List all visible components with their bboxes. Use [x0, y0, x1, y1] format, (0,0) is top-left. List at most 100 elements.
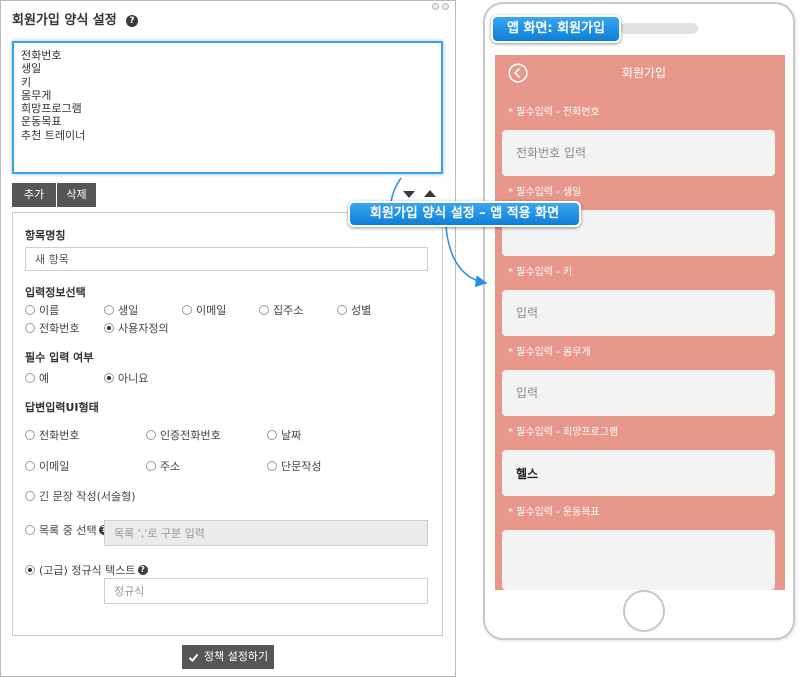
- radio-answer-date[interactable]: 날짜: [267, 428, 301, 442]
- field-label: * 필수입력 - 몸무게: [508, 347, 591, 358]
- radio-answer-short-text[interactable]: 단문작성: [267, 459, 321, 473]
- radio-input-info-birthday[interactable]: 생일: [104, 303, 138, 317]
- radio-button[interactable]: [182, 305, 192, 315]
- apply-policy-button[interactable]: 정책 설정하기: [182, 645, 274, 669]
- answer-ui-label: 답변입력UI형태: [25, 401, 99, 414]
- field-label: * 필수입력 - 희망프로그램: [508, 427, 619, 438]
- radio-label: 예: [39, 372, 50, 385]
- field-label: * 필수입력 - 생일: [508, 187, 582, 198]
- regex-input[interactable]: [104, 578, 428, 604]
- window-controls: [432, 3, 449, 10]
- radio-button[interactable]: [25, 565, 35, 575]
- radio-button[interactable]: [259, 305, 269, 315]
- radio-answer-list-select[interactable]: 목록 중 선택: [25, 523, 109, 537]
- radio-input-info-name[interactable]: 이름: [25, 303, 59, 317]
- radio-answer-phone[interactable]: 전화번호: [25, 428, 79, 442]
- radio-label: 이메일: [39, 460, 70, 473]
- radio-label: 날짜: [281, 429, 302, 442]
- field-label: * 필수입력 - 키: [508, 267, 573, 278]
- window-control-icon[interactable]: [442, 3, 449, 10]
- radio-required-no[interactable]: 아니요: [104, 371, 148, 385]
- radio-button[interactable]: [25, 373, 35, 383]
- radio-answer-verified-phone[interactable]: 인증전화번호: [146, 428, 221, 442]
- panel-title: 회원가입 양식 설정: [12, 13, 117, 28]
- radio-answer-address[interactable]: 주소: [146, 459, 180, 473]
- radio-input-info-custom[interactable]: 사용자정의: [104, 321, 169, 335]
- window-control-icon[interactable]: [432, 3, 439, 10]
- triangle-up-icon[interactable]: [424, 190, 436, 197]
- list-options-input[interactable]: [104, 520, 428, 546]
- radio-button[interactable]: [25, 525, 35, 535]
- app-header-title: 회원가입: [621, 66, 667, 80]
- radio-answer-long-text[interactable]: 긴 문장 작성(서술형): [25, 489, 136, 503]
- radio-answer-email[interactable]: 이메일: [25, 459, 69, 473]
- radio-label: 전화번호: [39, 429, 80, 442]
- radio-button[interactable]: [104, 323, 114, 333]
- radio-button[interactable]: [267, 461, 277, 471]
- radio-button[interactable]: [104, 305, 114, 315]
- radio-label: (고급) 정규식 텍스트: [39, 564, 136, 577]
- item-name-label: 항목명칭: [25, 229, 66, 242]
- radio-label: 이름: [39, 304, 60, 317]
- radio-label: 집주소: [273, 304, 304, 317]
- radio-label: 성별: [351, 304, 372, 317]
- radio-button[interactable]: [104, 373, 114, 383]
- phone-home-button[interactable]: [623, 590, 665, 632]
- radio-input-info-email[interactable]: 이메일: [182, 303, 226, 317]
- radio-required-yes[interactable]: 예: [25, 371, 49, 385]
- radio-label: 이메일: [196, 304, 227, 317]
- app-signup-screen: 회원가입 * 필수입력 - 전화번호 * 필수입력 - 생일 * 필수입력 - …: [495, 55, 785, 590]
- height-input[interactable]: [502, 290, 775, 336]
- radio-button[interactable]: [337, 305, 347, 315]
- phone-speaker: [620, 23, 698, 34]
- goal-input[interactable]: [502, 530, 775, 590]
- item-detail-box: 항목명칭 입력정보선택 이름 생일 이메일 집주소 성별 전화번호: [12, 212, 443, 636]
- app-field-program: * 필수입력 - 희망프로그램: [502, 423, 775, 496]
- field-label: * 필수입력 - 운동목표: [508, 507, 600, 518]
- radio-button[interactable]: [25, 461, 35, 471]
- delete-item-button[interactable]: 삭제: [57, 183, 96, 207]
- radio-label: 전화번호: [39, 322, 80, 335]
- radio-label: 아니요: [118, 372, 149, 385]
- radio-label: 생일: [118, 304, 139, 317]
- radio-button[interactable]: [25, 305, 35, 315]
- callout-label: 회원가입 양식 설정 – 앱 적용 화면: [348, 201, 581, 227]
- radio-button[interactable]: [25, 430, 35, 440]
- radio-label: 목록 중 선택: [39, 524, 97, 537]
- app-screen-badge: 앱 화면: 회원가입: [491, 15, 621, 43]
- program-input[interactable]: [502, 450, 775, 496]
- app-field-height: * 필수입력 - 키: [502, 263, 775, 336]
- apply-policy-label: 정책 설정하기: [203, 650, 269, 663]
- radio-answer-regex[interactable]: (고급) 정규식 텍스트: [25, 563, 148, 577]
- radio-input-info-address[interactable]: 집주소: [259, 303, 303, 317]
- radio-input-info-gender[interactable]: 성별: [337, 303, 371, 317]
- question-circle-icon[interactable]: [126, 15, 138, 27]
- input-info-label: 입력정보선택: [25, 286, 86, 299]
- radio-button[interactable]: [146, 430, 156, 440]
- form-items-textarea[interactable]: 전화번호 생일 키 몸무게 희망프로그램 운동목표 추천 트레이너: [12, 41, 443, 174]
- app-field-list: * 필수입력 - 전화번호 * 필수입력 - 생일 * 필수입력 - 키 * 필…: [502, 103, 775, 590]
- radio-button[interactable]: [25, 491, 35, 501]
- radio-input-info-phone[interactable]: 전화번호: [25, 321, 79, 335]
- radio-label: 긴 문장 작성(서술형): [39, 490, 136, 503]
- radio-label: 단문작성: [281, 460, 322, 473]
- field-label: * 필수입력 - 전화번호: [508, 107, 600, 118]
- question-circle-icon[interactable]: [137, 565, 148, 575]
- add-item-button[interactable]: 추가: [12, 183, 56, 207]
- triangle-down-icon[interactable]: [403, 191, 415, 198]
- check-icon: [188, 653, 199, 662]
- required-label: 필수 입력 여부: [25, 351, 94, 364]
- radio-button[interactable]: [267, 430, 277, 440]
- phone-number-input[interactable]: [502, 130, 775, 176]
- radio-label: 인증전화번호: [160, 429, 221, 442]
- app-field-weight: * 필수입력 - 몸무게: [502, 343, 775, 416]
- radio-label: 사용자정의: [118, 322, 169, 335]
- radio-button[interactable]: [146, 461, 156, 471]
- app-field-goal: * 필수입력 - 운동목표: [502, 503, 775, 590]
- radio-label: 주소: [160, 460, 181, 473]
- app-field-phone: * 필수입력 - 전화번호: [502, 103, 775, 176]
- radio-button[interactable]: [25, 323, 35, 333]
- weight-input[interactable]: [502, 370, 775, 416]
- signup-form-settings-panel: 회원가입 양식 설정 전화번호 생일 키 몸무게 희망프로그램 운동목표 추천 …: [0, 0, 456, 677]
- item-name-input[interactable]: [25, 247, 428, 271]
